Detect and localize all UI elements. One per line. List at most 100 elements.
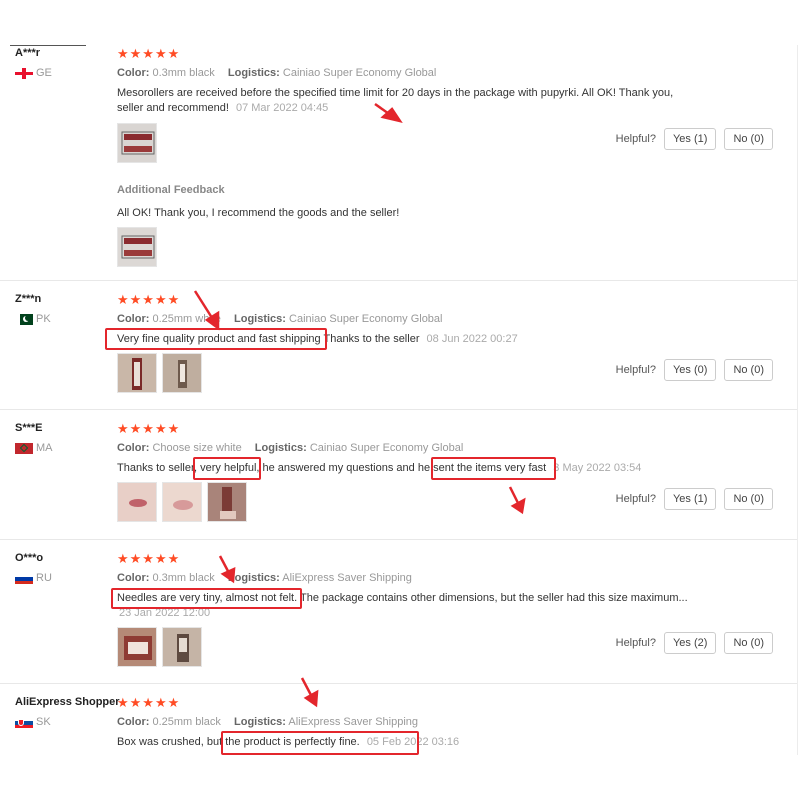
flag-ge-icon xyxy=(15,67,33,79)
helpful-yes-button[interactable]: Yes (1) xyxy=(663,488,717,510)
logistics-label: Logistics: xyxy=(227,67,280,79)
review-photo[interactable] xyxy=(117,482,157,522)
reviewer-country: GE xyxy=(15,67,52,79)
product-photo-icon xyxy=(163,628,201,666)
review-photo[interactable] xyxy=(117,627,157,667)
review-photo[interactable] xyxy=(117,227,157,267)
reviewer-country: RU xyxy=(15,572,52,584)
review-photo[interactable] xyxy=(117,123,157,163)
review-item: Z***n PK ★★★★★ Color: 0.25mm white Logis… xyxy=(0,281,797,410)
logistics-value: AliExpress Saver Shipping xyxy=(288,716,419,728)
review-item: S***E MA ★★★★★ Color: Choose size white … xyxy=(0,410,797,540)
review-photos xyxy=(117,627,202,667)
color-value: Choose size white xyxy=(152,442,242,454)
flag-pk-icon xyxy=(15,313,33,325)
reviewer-name: O***o xyxy=(15,552,44,564)
helpful-label: Helpful? xyxy=(615,637,656,649)
star-rating: ★★★★★ xyxy=(117,292,181,307)
star-rating: ★★★★★ xyxy=(117,46,181,61)
helpful-yes-button[interactable]: Yes (2) xyxy=(663,632,717,654)
helpful-no-button[interactable]: No (0) xyxy=(724,128,773,150)
helpful-section: Helpful? Yes (1) No (0) xyxy=(616,128,773,150)
flag-sk-icon xyxy=(15,716,33,728)
review-body: Mesorollers are received before the spec… xyxy=(117,87,674,114)
logistics-label: Logistics: xyxy=(234,716,286,728)
additional-photos xyxy=(117,227,157,267)
country-code: SK xyxy=(36,716,51,728)
country-code: RU xyxy=(36,572,52,584)
reviewer-country: SK xyxy=(15,716,51,728)
helpful-label: Helpful? xyxy=(615,493,656,505)
review-photo[interactable] xyxy=(162,627,202,667)
review-meta: Color: 0.3mm black Logistics: AliExpress… xyxy=(117,572,412,584)
country-code: MA xyxy=(36,442,53,454)
review-text: Very fine quality product and fast shipp… xyxy=(117,332,697,347)
review-date: 05 Feb 2022 03:16 xyxy=(366,736,460,748)
skin-photo-icon xyxy=(163,483,201,521)
review-text: Mesorollers are received before the spec… xyxy=(117,86,687,116)
review-text: Box was crushed, but the product is perf… xyxy=(117,735,697,750)
helpful-no-button[interactable]: No (0) xyxy=(724,488,773,510)
reviewer-name: AliExpress Shopper xyxy=(15,696,120,708)
helpful-yes-button[interactable]: Yes (1) xyxy=(663,128,717,150)
logistics-value: Cainiao Super Economy Global xyxy=(309,442,464,454)
logistics-label: Logistics: xyxy=(227,572,280,584)
helpful-label: Helpful? xyxy=(615,364,656,376)
helpful-no-button[interactable]: No (0) xyxy=(724,359,773,381)
reviewer-name: Z***n xyxy=(15,293,42,305)
helpful-yes-button[interactable]: Yes (0) xyxy=(663,359,717,381)
review-body: Box was crushed, but the product is perf… xyxy=(117,736,360,748)
review-item: AliExpress Shopper SK ★★★★★ Color: 0.25m… xyxy=(0,684,797,764)
color-label: Color: xyxy=(117,442,150,454)
review-photos xyxy=(117,123,157,163)
review-meta: Color: Choose size white Logistics: Cain… xyxy=(117,442,463,454)
review-text: Thanks to seller, very helpful, he answe… xyxy=(117,461,697,476)
country-code: PK xyxy=(36,313,51,325)
review-photo[interactable] xyxy=(162,353,202,393)
color-value: 0.25mm white xyxy=(152,313,221,325)
logistics-label: Logistics: xyxy=(254,442,307,454)
flag-ru-icon xyxy=(15,572,33,584)
helpful-section: Helpful? Yes (0) No (0) xyxy=(616,359,773,381)
review-meta: Color: 0.3mm black Logistics: Cainiao Su… xyxy=(117,67,436,79)
country-code: GE xyxy=(36,67,52,79)
reviewer-name: S***E xyxy=(15,422,43,434)
additional-feedback-label: Additional Feedback xyxy=(117,184,225,196)
product-box-photo-icon xyxy=(118,628,156,666)
review-body: Needles are very tiny, almost not felt. … xyxy=(117,592,688,604)
logistics-label: Logistics: xyxy=(234,313,286,325)
derma-roller-photo-icon xyxy=(118,124,156,162)
review-meta: Color: 0.25mm black Logistics: AliExpres… xyxy=(117,716,418,728)
review-photo[interactable] xyxy=(162,482,202,522)
review-date: 23 Jan 2022 12:00 xyxy=(119,607,211,619)
color-label: Color: xyxy=(117,313,150,325)
review-photo[interactable] xyxy=(207,482,247,522)
helpful-no-button[interactable]: No (0) xyxy=(724,632,773,654)
review-meta: Color: 0.25mm white Logistics: Cainiao S… xyxy=(117,313,443,325)
additional-feedback-text: All OK! Thank you, I recommend the goods… xyxy=(117,207,400,219)
review-item: O***o RU ★★★★★ Color: 0.3mm black Logist… xyxy=(0,540,797,684)
color-value: 0.3mm black xyxy=(152,572,215,584)
review-item: A***r GE ★★★★★ Color: 0.3mm black Logist… xyxy=(0,45,797,281)
reviewer-country: MA xyxy=(15,442,53,454)
review-text: Needles are very tiny, almost not felt. … xyxy=(117,591,697,621)
review-photo[interactable] xyxy=(117,353,157,393)
logistics-value: Cainiao Super Economy Global xyxy=(289,313,443,325)
color-label: Color: xyxy=(117,572,150,584)
color-label: Color: xyxy=(117,67,150,79)
helpful-section: Helpful? Yes (2) No (0) xyxy=(616,632,773,654)
logistics-value: AliExpress Saver Shipping xyxy=(282,572,412,584)
review-photos xyxy=(117,353,202,393)
flag-ma-icon xyxy=(15,442,33,454)
star-rating: ★★★★★ xyxy=(117,551,181,566)
skin-photo-icon xyxy=(118,483,156,521)
color-value: 0.25mm black xyxy=(152,716,221,728)
product-photo-icon xyxy=(118,354,156,392)
reviewer-country: PK xyxy=(15,313,51,325)
review-body: Thanks to seller, very helpful, he answe… xyxy=(117,462,547,474)
review-date: 07 Mar 2022 04:45 xyxy=(235,102,329,114)
product-photo-icon xyxy=(163,354,201,392)
helpful-label: Helpful? xyxy=(615,133,656,145)
review-photos xyxy=(117,482,247,522)
star-rating: ★★★★★ xyxy=(117,421,181,436)
